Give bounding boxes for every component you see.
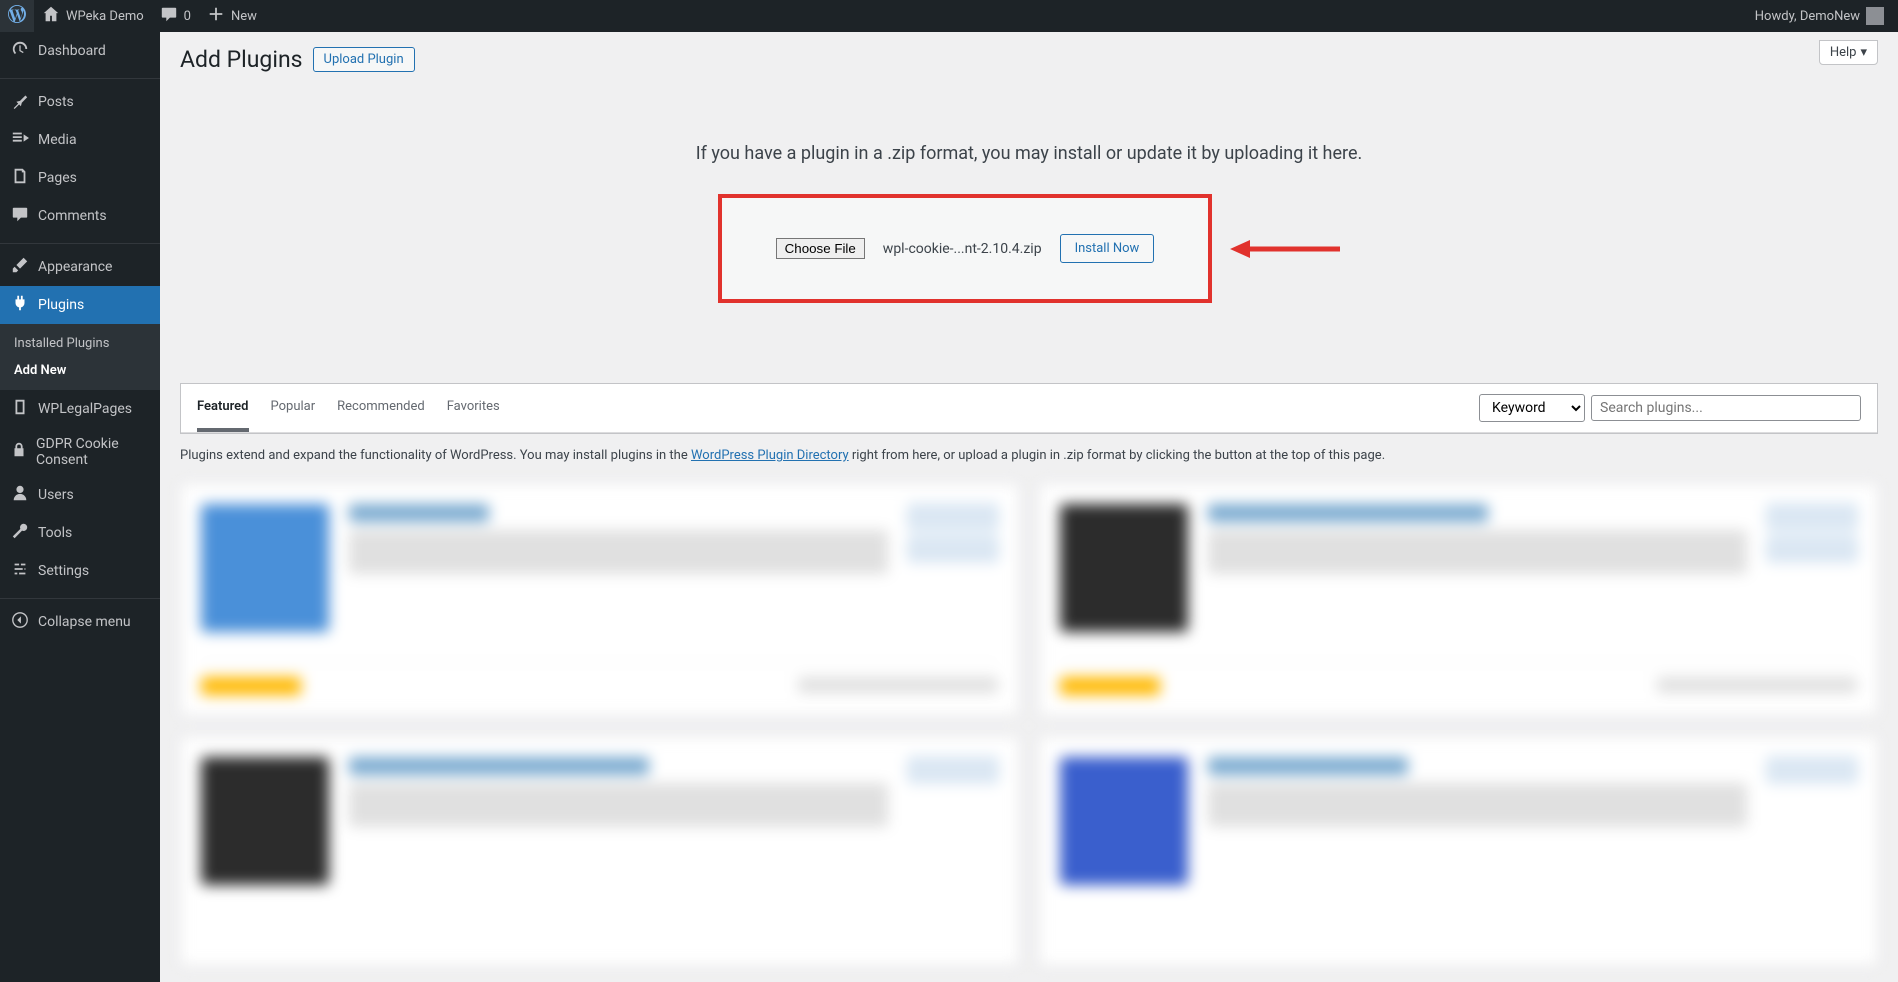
avatar: [1866, 7, 1884, 25]
menu-users[interactable]: Users: [0, 476, 160, 514]
menu-gdpr[interactable]: GDPR Cookie Consent: [0, 428, 160, 476]
comments-link[interactable]: 0: [152, 0, 199, 32]
menu-appearance[interactable]: Appearance: [0, 248, 160, 286]
menu-settings[interactable]: Settings: [0, 552, 160, 590]
comment-icon: [160, 5, 178, 27]
upload-plugin-button[interactable]: Upload Plugin: [313, 47, 415, 72]
page-icon: [10, 167, 30, 189]
menu-wplegalpages[interactable]: WPLegalPages: [0, 390, 160, 428]
plugin-card-icon: [201, 757, 329, 885]
plugin-card: [1039, 736, 1878, 966]
install-now-button[interactable]: Install Now: [1060, 234, 1155, 263]
tab-popular[interactable]: Popular: [271, 385, 316, 432]
site-name: WPeka Demo: [66, 9, 144, 24]
menu-plugins[interactable]: Plugins: [0, 286, 160, 324]
help-tab[interactable]: Help ▾: [1819, 40, 1878, 65]
comments-count: 0: [184, 9, 191, 24]
menu-collapse[interactable]: Collapse menu: [0, 603, 160, 641]
account-menu[interactable]: Howdy, DemoNew: [1755, 7, 1890, 25]
arrow-annotation: [1230, 237, 1340, 261]
howdy-text: Howdy, DemoNew: [1755, 9, 1860, 24]
brush-icon: [10, 256, 30, 278]
selected-file-name: wpl-cookie-...nt-2.10.4.zip: [883, 241, 1042, 257]
plugin-card: [1039, 483, 1878, 716]
plugin-filter-panel: Featured Popular Recommended Favorites K…: [180, 383, 1878, 434]
dashboard-icon: [10, 40, 30, 62]
upload-form: Choose File wpl-cookie-...nt-2.10.4.zip …: [718, 194, 1213, 303]
plugin-card: [180, 483, 1019, 716]
plugin-card-icon: [201, 504, 329, 632]
plugin-card: [180, 736, 1019, 966]
menu-dashboard[interactable]: Dashboard: [0, 32, 160, 70]
new-label: New: [231, 9, 257, 24]
media-icon: [10, 129, 30, 151]
home-icon: [42, 5, 60, 27]
menu-media[interactable]: Media: [0, 121, 160, 159]
new-content-link[interactable]: New: [199, 0, 265, 32]
plugin-card-icon: [1060, 757, 1188, 885]
directory-text: Plugins extend and expand the functional…: [180, 434, 1878, 477]
site-name-link[interactable]: WPeka Demo: [34, 0, 152, 32]
lock-icon: [10, 441, 28, 463]
page-title: Add Plugins: [180, 46, 303, 73]
tab-featured[interactable]: Featured: [197, 385, 249, 432]
comments-icon: [10, 205, 30, 227]
collapse-icon: [10, 611, 30, 633]
user-icon: [10, 484, 30, 506]
upload-instructions: If you have a plugin in a .zip format, y…: [180, 143, 1878, 164]
chevron-down-icon: ▾: [1860, 45, 1867, 60]
submenu-installed-plugins[interactable]: Installed Plugins: [0, 330, 160, 357]
content-area: Help ▾ Add Plugins Upload Plugin If you …: [160, 32, 1898, 982]
menu-posts[interactable]: Posts: [0, 83, 160, 121]
menu-tools[interactable]: Tools: [0, 514, 160, 552]
submenu-add-new[interactable]: Add New: [0, 357, 160, 384]
tab-recommended[interactable]: Recommended: [337, 385, 425, 432]
settings-icon: [10, 560, 30, 582]
filter-tabs: Featured Popular Recommended Favorites: [197, 385, 500, 432]
wrench-icon: [10, 522, 30, 544]
plugin-grid-blurred: [180, 483, 1878, 966]
admin-sidebar: Dashboard Posts Media Pages Comments App…: [0, 32, 160, 982]
wp-logo-menu[interactable]: [0, 0, 34, 32]
plugins-submenu: Installed Plugins Add New: [0, 324, 160, 390]
plugin-directory-link[interactable]: WordPress Plugin Directory: [691, 448, 849, 463]
search-input[interactable]: [1591, 395, 1861, 421]
menu-pages[interactable]: Pages: [0, 159, 160, 197]
plugin-icon: [10, 294, 30, 316]
wordpress-icon: [8, 5, 26, 28]
menu-comments[interactable]: Comments: [0, 197, 160, 235]
search-type-select[interactable]: Keyword: [1479, 394, 1585, 422]
document-icon: [10, 398, 30, 420]
plugin-card-icon: [1060, 504, 1188, 632]
plus-icon: [207, 5, 225, 27]
choose-file-button[interactable]: Choose File: [776, 238, 865, 259]
pin-icon: [10, 91, 30, 113]
admin-bar: WPeka Demo 0 New Howdy, DemoNew: [0, 0, 1898, 32]
tab-favorites[interactable]: Favorites: [447, 385, 500, 432]
